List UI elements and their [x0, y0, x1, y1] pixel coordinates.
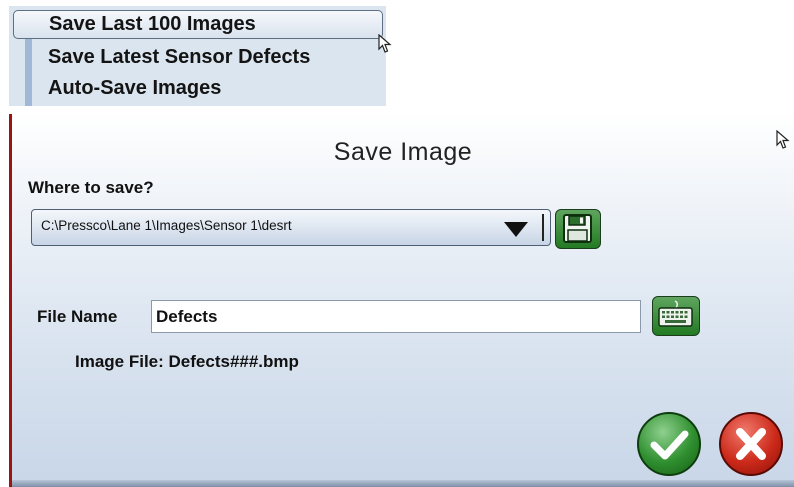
keyboard-button[interactable] [652, 296, 700, 336]
save-path-value: C:\Pressco\Lane 1\Images\Sensor 1\desrt [41, 218, 292, 233]
checkmark-icon [650, 430, 689, 460]
menu-item-save-last-100-images[interactable]: Save Last 100 Images [13, 10, 383, 39]
keyboard-icon [658, 300, 693, 327]
dialog-title: Save Image [333, 138, 473, 166]
x-icon [736, 428, 766, 460]
mouse-pointer-icon [378, 34, 392, 53]
save-options-menu: Save Last 100 Images Save Latest Sensor … [9, 6, 392, 106]
cancel-button[interactable] [719, 412, 783, 476]
image-file-name-preview: Image File: Defects###.bmp [75, 352, 299, 371]
triangle-down-icon [504, 222, 528, 237]
menu-item-label: Auto-Save Images [48, 77, 222, 99]
save-path-dropdown[interactable]: C:\Pressco\Lane 1\Images\Sensor 1\desrt [31, 209, 551, 246]
file-name-label: File Name [37, 307, 118, 326]
ok-button[interactable] [637, 412, 701, 476]
mouse-pointer-icon [776, 130, 790, 149]
save-to-disk-button[interactable] [555, 209, 601, 249]
menu-item-label: Save Last 100 Images [49, 13, 256, 35]
menu-item-save-latest-sensor-defects[interactable]: Save Latest Sensor Defects [13, 43, 383, 72]
file-name-input[interactable] [151, 300, 641, 333]
menu-item-auto-save-images[interactable]: Auto-Save Images [13, 74, 383, 103]
floppy-disk-icon [563, 214, 592, 243]
dropdown-divider [542, 214, 544, 241]
menu-item-label: Save Latest Sensor Defects [48, 46, 311, 68]
where-to-save-label: Where to save? [28, 178, 154, 197]
dialog-bottom-edge [12, 480, 794, 487]
save-image-dialog: Save Image Where to save? C:\Pressco\Lan… [9, 114, 794, 487]
